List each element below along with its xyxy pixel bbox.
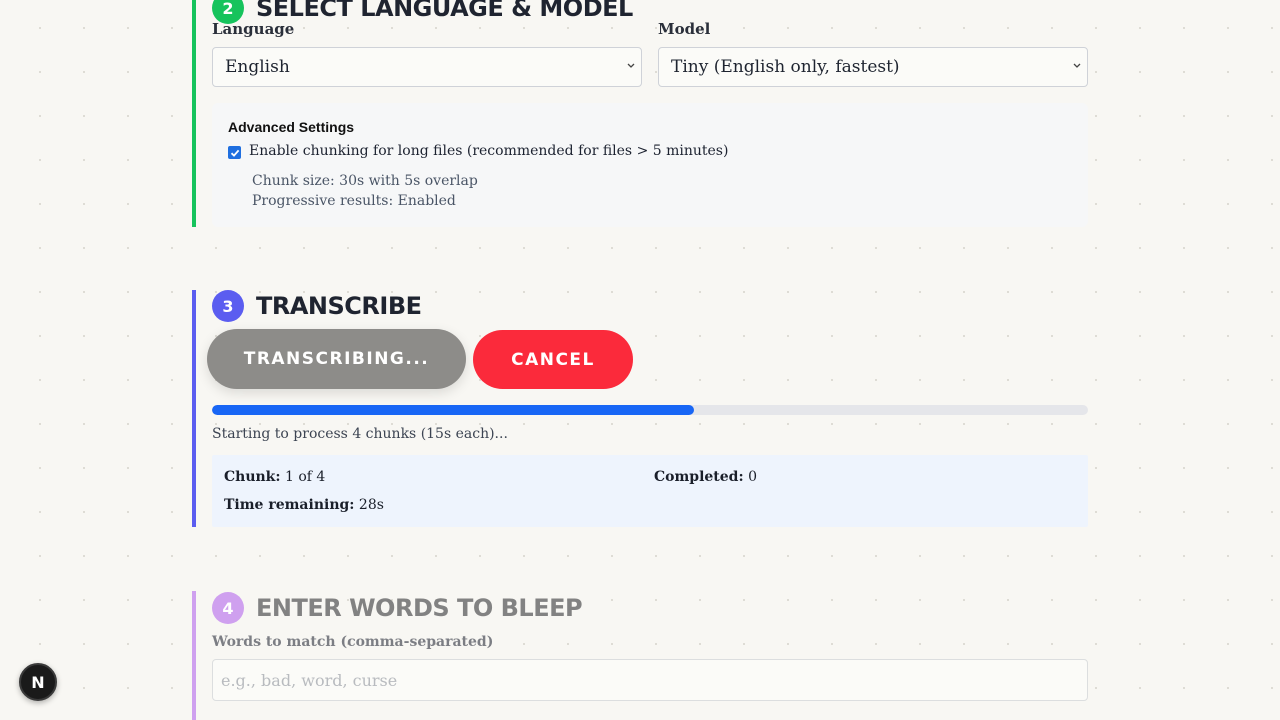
language-label: Language (212, 20, 295, 38)
chunk-size-note: Chunk size: 30s with 5s overlap (252, 173, 478, 189)
step4-title: ENTER WORDS TO BLEEP (256, 594, 583, 622)
advanced-settings-title: Advanced Settings (228, 119, 355, 135)
step3-header: 3 TRANSCRIBE (212, 290, 422, 322)
cancel-button[interactable]: CANCEL (473, 330, 633, 389)
model-select-value: Tiny (English only, fastest) (671, 57, 900, 77)
time-remaining-value: 28s (358, 497, 384, 513)
completed-stat: Completed: 0 (654, 469, 757, 485)
time-remaining-stat: Time remaining: 28s (224, 497, 384, 513)
step3-number-badge: 3 (212, 290, 244, 322)
chevron-down-icon (627, 63, 635, 68)
chevron-down-icon (1073, 63, 1081, 68)
completed-stat-label: Completed: (654, 469, 744, 485)
transcription-stats-panel: Chunk: 1 of 4 Completed: 0 Time remainin… (212, 455, 1088, 527)
transcribe-button[interactable]: TRANSCRIBING... (207, 329, 466, 389)
chunk-stat-label: Chunk: (224, 469, 281, 485)
progressive-results-note: Progressive results: Enabled (252, 193, 456, 209)
language-select[interactable]: English (212, 47, 642, 87)
words-to-match-input[interactable] (212, 659, 1088, 701)
progress-status-text: Starting to process 4 chunks (15s each).… (212, 426, 508, 442)
chunking-checkbox[interactable] (228, 146, 241, 159)
step3-title: TRANSCRIBE (256, 292, 422, 320)
chunk-stat: Chunk: 1 of 4 (224, 469, 325, 485)
progress-bar (212, 405, 1088, 415)
nextjs-dev-indicator-button[interactable]: N (19, 663, 57, 701)
step-transcribe: 3 TRANSCRIBE TRANSCRIBING... CANCEL Star… (192, 290, 1088, 527)
language-select-value: English (225, 57, 290, 77)
progress-bar-fill (212, 405, 694, 415)
step4-header: 4 ENTER WORDS TO BLEEP (212, 592, 583, 624)
model-select[interactable]: Tiny (English only, fastest) (658, 47, 1088, 87)
completed-stat-value: 0 (748, 469, 758, 485)
words-to-match-label: Words to match (comma-separated) (212, 634, 494, 650)
chunk-stat-value: 1 of 4 (285, 469, 326, 485)
step2-title: SELECT LANGUAGE & MODEL (256, 0, 633, 22)
chunking-label[interactable]: Enable chunking for long files (recommen… (249, 143, 728, 159)
step4-number-badge: 4 (212, 592, 244, 624)
step-select-language-model: 2 SELECT LANGUAGE & MODEL Language Engli… (192, 0, 1088, 227)
checkmark-icon (230, 149, 239, 157)
model-label: Model (658, 20, 711, 38)
nextjs-logo-icon: N (31, 672, 45, 692)
advanced-settings-panel: Advanced Settings Enable chunking for lo… (212, 103, 1088, 227)
time-remaining-label: Time remaining: (224, 497, 355, 513)
step-enter-words: 4 ENTER WORDS TO BLEEP Words to match (c… (192, 591, 1088, 720)
